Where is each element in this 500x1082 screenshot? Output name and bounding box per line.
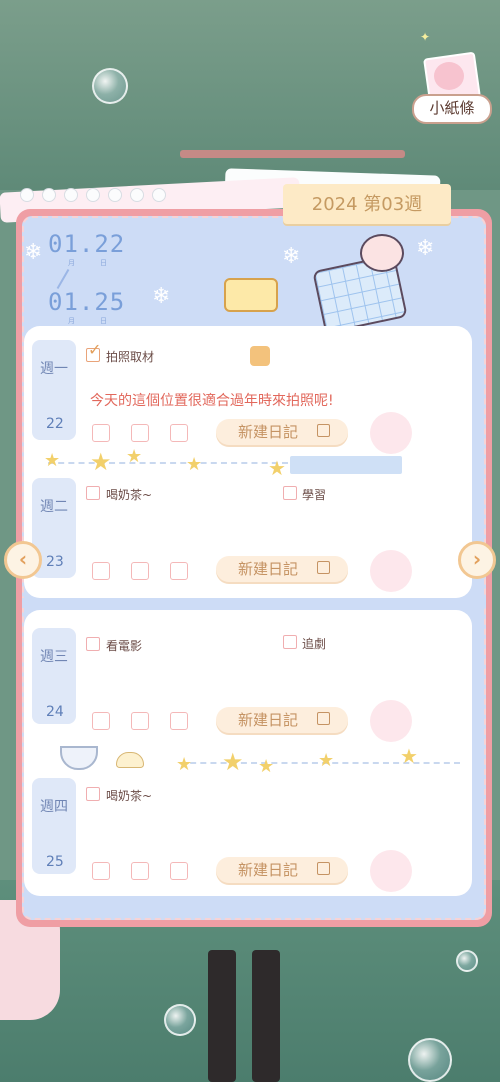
photo-slot[interactable] [170, 862, 188, 880]
photo-slot[interactable] [131, 712, 149, 730]
snowflake-icon: ❄ [24, 240, 43, 265]
task-text: 學習 [302, 488, 327, 502]
sparkle-icon: ✦ [420, 30, 431, 44]
day-note: 今天的這個位置很適合過年時來拍照呢! [90, 393, 334, 409]
photo-slot[interactable] [170, 424, 188, 442]
end-date: 01.25 [48, 288, 126, 316]
new-diary-button[interactable]: 新建日記 [216, 857, 348, 883]
snowflake-icon: ❄ [282, 244, 301, 269]
bubble [164, 1004, 196, 1036]
photo-slot[interactable] [131, 424, 149, 442]
gift-icon[interactable] [250, 346, 270, 366]
new-diary-button[interactable]: 新建日記 [216, 556, 348, 582]
task-text: 追劇 [302, 637, 327, 651]
star-icon: ★ [222, 748, 244, 776]
task-checkbox[interactable] [283, 486, 297, 500]
task-checkbox[interactable] [86, 787, 100, 801]
day-label: 週四 [40, 799, 68, 815]
binder-holes [20, 188, 180, 202]
photo-slot[interactable] [92, 424, 110, 442]
bubble [92, 68, 128, 104]
day-label: 週三 [40, 649, 68, 665]
dumpling-sticker [116, 752, 144, 768]
day-number: 25 [46, 854, 64, 870]
bubble [456, 950, 478, 972]
task-text: 喝奶茶~ [106, 488, 153, 502]
star-icon: ★ [318, 750, 335, 771]
task-text: 看電影 [106, 639, 143, 653]
task-text: 喝奶茶~ [106, 789, 153, 803]
next-week-button[interactable]: › [458, 541, 496, 579]
curtain-rail [180, 150, 405, 158]
photo-slot[interactable] [131, 562, 149, 580]
checkmark-icon: ✓ [88, 340, 102, 359]
panel-divider [22, 598, 486, 608]
star-icon: ★ [90, 448, 112, 476]
mood-sticker-slot[interactable] [370, 550, 412, 592]
day-label: 週一 [40, 361, 68, 377]
pen-icon [317, 561, 330, 574]
week-tag: 2024 第03週 [283, 184, 451, 224]
start-month-label: 月 [68, 259, 75, 267]
dashed-line [48, 462, 288, 464]
star-icon: ★ [176, 754, 193, 775]
mood-sticker-slot[interactable] [370, 700, 412, 742]
day-number: 22 [46, 416, 64, 432]
girl-sticker [360, 234, 404, 272]
bubble [408, 1038, 452, 1082]
snowflake-icon: ❄ [416, 236, 435, 261]
start-date: 01.22 [48, 230, 126, 258]
photo-slot[interactable] [170, 712, 188, 730]
photo-slot[interactable] [92, 712, 110, 730]
new-diary-label: 新建日記 [238, 861, 299, 879]
task-checkbox[interactable] [86, 486, 100, 500]
task-text: 拍照取材 [106, 350, 155, 364]
star-icon: ★ [186, 454, 203, 475]
star-icon: ★ [258, 756, 275, 777]
character-legs [208, 950, 288, 1082]
new-diary-button[interactable]: 新建日記 [216, 707, 348, 733]
end-day-label: 日 [100, 317, 107, 325]
arrow-left-icon: ‹ [18, 547, 28, 571]
note-button[interactable]: 小紙條 [412, 94, 492, 124]
new-diary-button[interactable]: 新建日記 [216, 419, 348, 445]
photo-strip-sticker [290, 456, 402, 474]
task-checkbox[interactable] [86, 637, 100, 651]
day-number: 23 [46, 554, 64, 570]
task-checkbox[interactable] [283, 635, 297, 649]
new-diary-label: 新建日記 [238, 560, 299, 578]
note-avatar-icon [434, 62, 464, 90]
pen-icon [317, 712, 330, 725]
arrow-right-icon: › [472, 547, 482, 571]
star-icon: ★ [268, 456, 286, 480]
mood-sticker-slot[interactable] [370, 412, 412, 454]
new-diary-label: 新建日記 [238, 711, 299, 729]
day-number: 24 [46, 704, 64, 720]
new-diary-label: 新建日記 [238, 423, 299, 441]
star-icon: ★ [44, 450, 61, 471]
snowflake-icon: ❄ [152, 284, 171, 309]
photo-slot[interactable] [131, 862, 149, 880]
photo-slot[interactable] [92, 562, 110, 580]
star-icon: ★ [400, 744, 418, 768]
pen-icon [317, 862, 330, 875]
end-month-label: 月 [68, 317, 75, 325]
mood-sticker-slot[interactable] [370, 850, 412, 892]
photo-slot[interactable] [92, 862, 110, 880]
start-day-label: 日 [100, 259, 107, 267]
prev-week-button[interactable]: ‹ [4, 541, 42, 579]
day-label: 週二 [40, 499, 68, 515]
photo-slot[interactable] [170, 562, 188, 580]
cat-sticker [224, 278, 278, 312]
pen-icon [317, 424, 330, 437]
star-icon: ★ [126, 446, 143, 467]
